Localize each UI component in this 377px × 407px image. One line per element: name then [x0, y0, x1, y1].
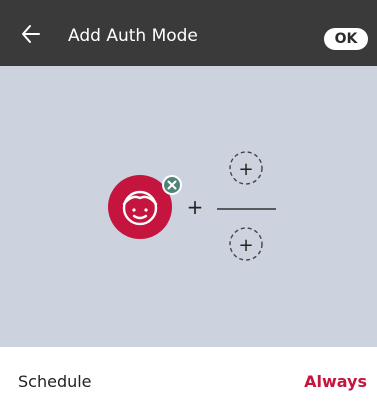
schedule-row[interactable]: Schedule Always [0, 347, 377, 407]
header-bar: Add Auth Mode OK [0, 0, 377, 66]
operator-plus: + [187, 195, 204, 219]
add-circle-icon: + [238, 159, 253, 180]
add-slot-top[interactable]: + [229, 151, 263, 185]
remove-button[interactable] [162, 175, 182, 195]
schedule-label: Schedule [18, 372, 92, 391]
add-slot-bottom[interactable]: + [229, 227, 263, 261]
back-button[interactable] [20, 22, 50, 46]
auth-diagram: + + + [108, 151, 276, 261]
ok-button[interactable]: OK [324, 28, 368, 50]
arrow-left-icon [22, 25, 40, 43]
schedule-value: Always [304, 372, 367, 391]
page-title: Add Auth Mode [68, 26, 198, 46]
add-circle-icon: + [238, 235, 253, 256]
auth-mode-canvas: + + + [0, 66, 377, 347]
